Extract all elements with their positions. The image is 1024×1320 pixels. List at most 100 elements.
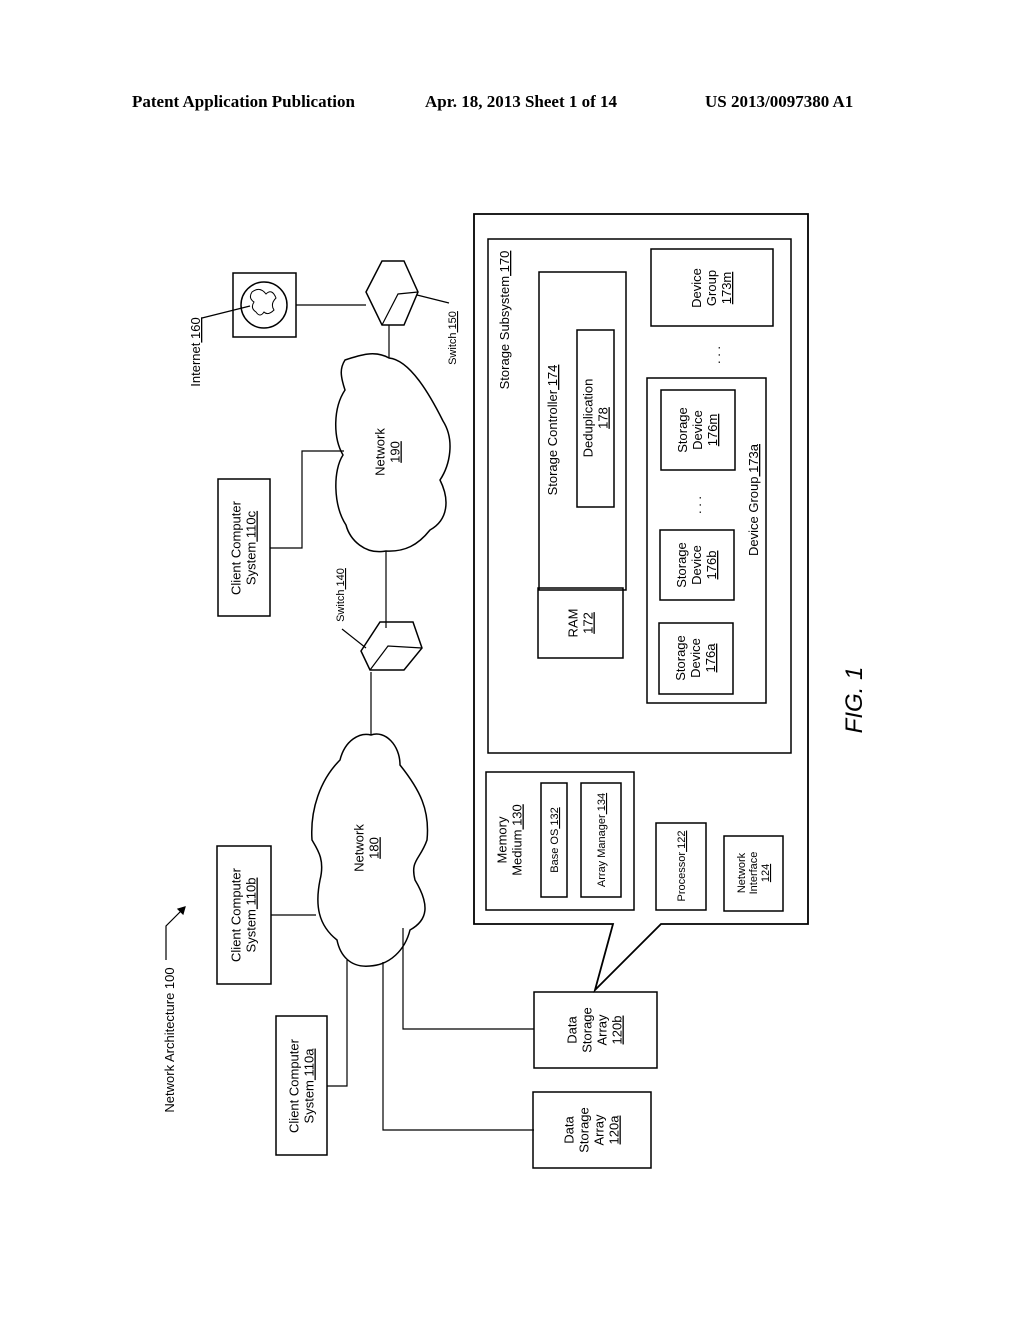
storage-device-176b-label: StorageDevice176b <box>674 542 719 588</box>
label-text: Device <box>689 268 704 308</box>
ref-number: 110b <box>244 878 259 910</box>
label-text: Group <box>704 270 719 306</box>
label-text: Data <box>562 1116 577 1144</box>
label-text: Client Computer <box>229 500 244 595</box>
ref-number: 124 <box>760 864 772 882</box>
ref-number: 173m <box>719 272 734 305</box>
client-110b-label: Client ComputerSystem 110b <box>229 867 259 962</box>
array-120a-label: DataStorageArray120a <box>562 1107 622 1153</box>
switch-150[interactable] <box>365 260 419 326</box>
line-array120b-network180 <box>402 928 534 1030</box>
label-text: Internet <box>188 342 203 386</box>
label-text: Memory <box>495 816 510 863</box>
ref-number: 172 <box>581 612 596 634</box>
array-120b-label: DataStorageArray120b <box>565 1007 625 1053</box>
ram-label: RAM172 <box>566 609 596 638</box>
label-text: Storage <box>674 542 689 588</box>
internet-node[interactable] <box>232 272 297 338</box>
label-text: Storage <box>675 407 690 453</box>
label-text: Storage <box>577 1107 592 1153</box>
leader-switch140 <box>341 628 367 649</box>
label-text: Processor <box>676 852 688 902</box>
leader-switch150 <box>416 294 450 304</box>
switch-icon <box>365 260 419 326</box>
ref-number: 110c <box>244 510 259 541</box>
label-text: . . . <box>708 346 723 364</box>
label-text: Array <box>592 1114 607 1146</box>
ref-number: 150 <box>447 311 459 332</box>
line-client110a-network180 <box>327 960 348 1087</box>
switch-icon <box>360 621 423 671</box>
label-text: Switch <box>335 590 347 622</box>
processor-label: Processor 122 <box>676 831 688 902</box>
connection-lines <box>201 294 534 1131</box>
ref-number: 120a <box>607 1115 622 1145</box>
label-text: FIG. 1 <box>841 667 868 734</box>
label-text: Array Manager <box>596 814 608 887</box>
ellipsis-groups: . . . <box>708 346 723 364</box>
ref-number: 190 <box>388 441 403 463</box>
label-text: Network <box>373 428 388 476</box>
label-text: Storage <box>580 1007 595 1053</box>
label-text: Array <box>595 1014 610 1046</box>
ref-number: 173a <box>746 443 761 476</box>
globe-icon <box>240 281 288 329</box>
switch-140-label: Switch 140 <box>335 568 347 622</box>
architecture-label: Network Architecture 100 <box>162 967 177 1112</box>
label-text: Switch <box>447 333 459 365</box>
ref-number: 180 <box>367 837 382 859</box>
label-text: . . . <box>689 496 704 514</box>
ref-number: 160 <box>188 317 203 342</box>
ref-number: 178 <box>596 407 611 429</box>
label-text: Network <box>352 824 367 872</box>
switch-150-label: Switch 150 <box>447 311 459 365</box>
label-text: System <box>244 542 259 585</box>
label-text: Client Computer <box>229 867 244 962</box>
label-text: Device Group <box>746 477 761 556</box>
internet-label: Internet 160 <box>188 317 203 386</box>
ref-number: 176b <box>704 551 719 580</box>
memory-medium-label: MemoryMedium 130 <box>495 804 525 876</box>
storage-device-176m-label: StorageDevice176m <box>675 407 720 453</box>
ref-number: 120b <box>610 1016 625 1045</box>
figure-label: FIG. 1 <box>841 667 868 734</box>
label-text: Device <box>689 545 704 585</box>
ref-number: 174 <box>545 365 560 390</box>
label-text: Network Architecture 100 <box>162 967 177 1112</box>
ref-number: 134 <box>596 793 608 814</box>
storage-subsystem-label: Storage Subsystem 170 <box>497 251 512 390</box>
label-text: System <box>302 1080 317 1123</box>
client-110c-label: Client ComputerSystem 110c <box>229 500 259 595</box>
label-text: Medium <box>510 830 525 876</box>
device-group-173m-label: DeviceGroup173m <box>689 268 734 308</box>
label-text: Data <box>565 1016 580 1044</box>
network-190-label: Network190 <box>373 428 403 476</box>
network-interface-label: NetworkInterface124 <box>736 852 772 895</box>
storage-controller-label: Storage Controller 174 <box>545 365 560 496</box>
label-text: Deduplication <box>581 379 596 458</box>
ref-number: 130 <box>510 804 525 829</box>
label-text: RAM <box>566 609 581 638</box>
arrow-icon <box>165 906 186 960</box>
deduplication-label: Deduplication178 <box>581 379 611 458</box>
label-text: Storage Controller <box>545 389 560 495</box>
ref-number: 110a <box>302 1048 317 1080</box>
device-group-173a-label: Device Group 173a <box>746 443 761 556</box>
label-text: Device <box>690 410 705 450</box>
ellipsis-devices: . . . <box>689 496 704 514</box>
line-array120a-network180 <box>382 962 534 1131</box>
label-text: Device <box>688 638 703 678</box>
ref-number: 132 <box>549 807 561 828</box>
array-manager-label: Array Manager 134 <box>596 793 608 887</box>
label-text: Client Computer <box>287 1038 302 1133</box>
label-text: System <box>244 909 259 952</box>
ref-number: 176m <box>705 414 720 447</box>
network-180-label: Network180 <box>352 824 382 872</box>
ref-number: 140 <box>335 568 347 589</box>
ref-number: 176a <box>703 643 718 673</box>
label-text: Storage <box>673 635 688 681</box>
client-110a-label: Client ComputerSystem 110a <box>287 1038 317 1133</box>
label-text: Base OS <box>549 829 561 873</box>
switch-140[interactable] <box>360 621 423 671</box>
label-text: Network <box>736 852 748 893</box>
